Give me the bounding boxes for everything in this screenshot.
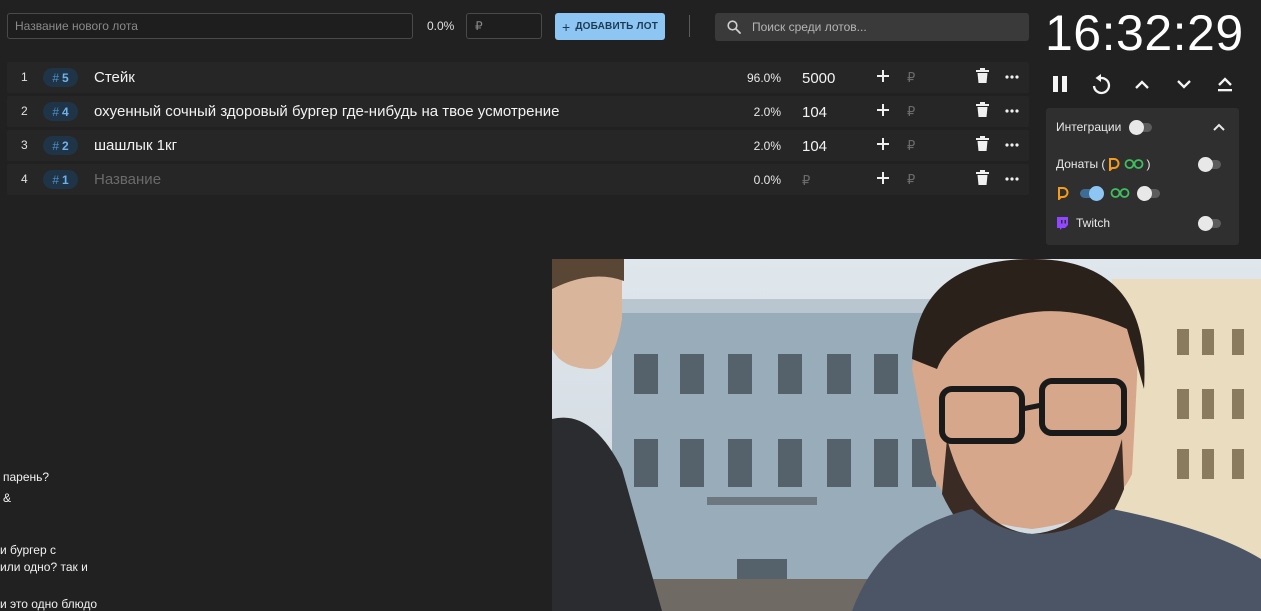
lot-index: 3	[21, 138, 28, 152]
lot-id-badge: #5	[43, 68, 78, 87]
chat-line: или одно? так и	[0, 560, 88, 574]
lot-amount: ₽	[802, 173, 811, 188]
lot-add-amount-currency[interactable]: ₽	[907, 104, 915, 120]
donations-row: Донаты ( )	[1056, 157, 1150, 171]
pause-icon[interactable]	[1052, 74, 1068, 94]
integrations-title: Интеграции	[1056, 120, 1122, 134]
new-lot-name-input[interactable]	[7, 13, 413, 39]
alerts-loop-icon	[1125, 159, 1144, 169]
lot-row: 1 #5 Стейк 96.0% 5000 ₽	[7, 62, 1029, 93]
lot-index: 4	[21, 172, 28, 186]
lot-row: 4 #1 Название 0.0% ₽ ₽	[7, 164, 1029, 195]
chat-line: и бургер с	[0, 543, 56, 557]
chat-line: парень?	[3, 470, 50, 484]
restart-icon[interactable]	[1090, 74, 1112, 96]
plus-icon[interactable]	[876, 137, 890, 151]
toolbar-divider	[689, 15, 690, 37]
lot-add-amount-currency[interactable]: ₽	[907, 138, 915, 154]
lot-name[interactable]: шашлык 1кг	[94, 137, 177, 154]
alerts-loop-icon	[1110, 188, 1130, 198]
integrations-toggle[interactable]	[1129, 120, 1152, 135]
trash-icon[interactable]	[976, 102, 989, 117]
donations-label: Донаты (	[1056, 157, 1106, 171]
more-icon[interactable]	[1005, 70, 1019, 84]
lot-add-amount-currency[interactable]: ₽	[907, 172, 915, 188]
twitch-icon	[1057, 217, 1068, 230]
donationalerts-icon	[1109, 158, 1120, 171]
trash-icon[interactable]	[976, 136, 989, 151]
plus-icon: +	[561, 18, 571, 35]
lot-amount: 104	[802, 138, 828, 155]
lot-name[interactable]: Название	[94, 171, 161, 188]
chevron-down-icon[interactable]	[1176, 74, 1192, 94]
lot-percent: 96.0%	[746, 71, 781, 85]
lot-add-amount-currency[interactable]: ₽	[907, 70, 915, 86]
lot-row: 2 #4 охуенный сочный здоровый бургер где…	[7, 96, 1029, 127]
search-icon	[727, 20, 741, 34]
lot-percent: 2.0%	[753, 139, 781, 153]
twitch-toggle[interactable]	[1198, 216, 1221, 231]
twitch-label: Twitch	[1076, 216, 1111, 230]
donations-close-paren: )	[1146, 157, 1151, 171]
plus-icon[interactable]	[876, 69, 890, 83]
chevron-up-icon[interactable]	[1134, 74, 1150, 94]
chevron-up-icon[interactable]	[1213, 122, 1225, 132]
lot-percent: 2.0%	[753, 105, 781, 119]
lot-id-badge: #4	[43, 102, 78, 121]
lot-index: 2	[21, 104, 28, 118]
lot-amount: 5000	[802, 70, 836, 87]
search-input[interactable]	[750, 19, 1014, 35]
lot-id-badge: #1	[43, 170, 78, 189]
lot-row: 3 #2 шашлык 1кг 2.0% 104 ₽	[7, 130, 1029, 161]
eject-icon[interactable]	[1217, 74, 1233, 94]
more-icon[interactable]	[1005, 138, 1019, 152]
more-icon[interactable]	[1005, 104, 1019, 118]
chat-line: &	[3, 491, 12, 505]
lot-id-badge: #2	[43, 136, 78, 155]
add-lot-button[interactable]: + ДОБАВИТЬ ЛОТ	[555, 13, 665, 40]
trash-icon[interactable]	[976, 170, 989, 185]
lot-amount: 104	[802, 104, 828, 121]
alerts-toggle[interactable]	[1137, 186, 1160, 201]
new-lot-amount-input[interactable]	[466, 13, 542, 39]
lot-percent: 0.0%	[753, 173, 781, 187]
lot-name[interactable]: Стейк	[94, 69, 135, 86]
twitch-row: Twitch	[1056, 216, 1110, 230]
timer-display: 16:32:29	[1045, 5, 1244, 61]
lot-name[interactable]: охуенный сочный здоровый бургер где-нибу…	[94, 103, 559, 120]
new-lot-percent: 0.0%	[427, 19, 455, 33]
integrations-panel: Интеграции Донаты ( ) Twitch	[1046, 108, 1239, 245]
lot-index: 1	[21, 70, 28, 84]
donationalerts-icon	[1058, 187, 1069, 200]
donationalerts-toggle[interactable]	[1080, 186, 1104, 201]
integrations-header: Интеграции	[1056, 120, 1121, 134]
plus-icon[interactable]	[876, 103, 890, 117]
trash-icon[interactable]	[976, 68, 989, 83]
donations-toggle[interactable]	[1198, 157, 1221, 172]
plus-icon[interactable]	[876, 171, 890, 185]
add-lot-label: ДОБАВИТЬ ЛОТ	[575, 21, 659, 32]
lot-search[interactable]	[715, 13, 1029, 41]
chat-line: и это одно блюдо	[0, 597, 98, 611]
more-icon[interactable]	[1005, 172, 1019, 186]
webcam-video	[552, 259, 1261, 611]
